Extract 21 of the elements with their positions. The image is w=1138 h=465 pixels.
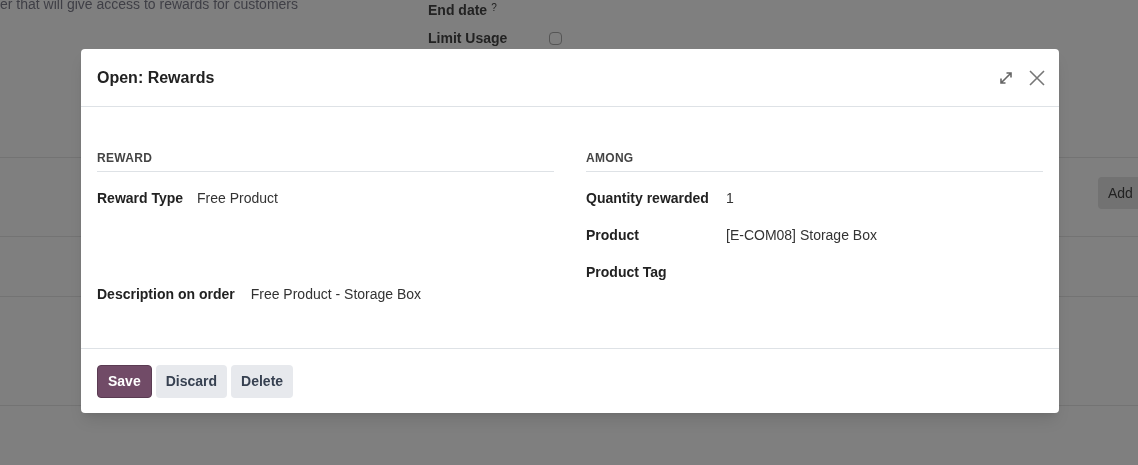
field-label: Quantity rewarded — [586, 189, 710, 208]
section-heading: REWARD — [97, 149, 554, 172]
dialog-title: Open: Rewards — [97, 67, 215, 88]
section-heading: AMONG — [586, 149, 1043, 172]
field-label: Description on order — [97, 285, 235, 304]
field-label: Product — [586, 226, 640, 245]
field-label: Limit Usage — [428, 29, 508, 48]
dialog-button[interactable]: Save — [97, 364, 152, 398]
close-icon[interactable] — [1029, 69, 1045, 86]
help-mark: ? — [491, 1, 497, 15]
field-label: Product Tag — [586, 263, 668, 282]
dialog-button[interactable]: Delete — [231, 364, 294, 398]
field-value: Free Product — [197, 189, 278, 208]
field-value: Free Product - Storage Box — [250, 285, 422, 304]
field-label: End date — [428, 1, 488, 20]
field-value: [E-COM08] Storage Box — [726, 226, 877, 245]
expand-icon[interactable] — [999, 70, 1013, 85]
checkbox[interactable] — [549, 32, 563, 45]
field-value: 1 — [726, 189, 734, 208]
field-label: Reward Type — [97, 189, 185, 208]
dialog-button[interactable]: Discard — [155, 364, 228, 398]
